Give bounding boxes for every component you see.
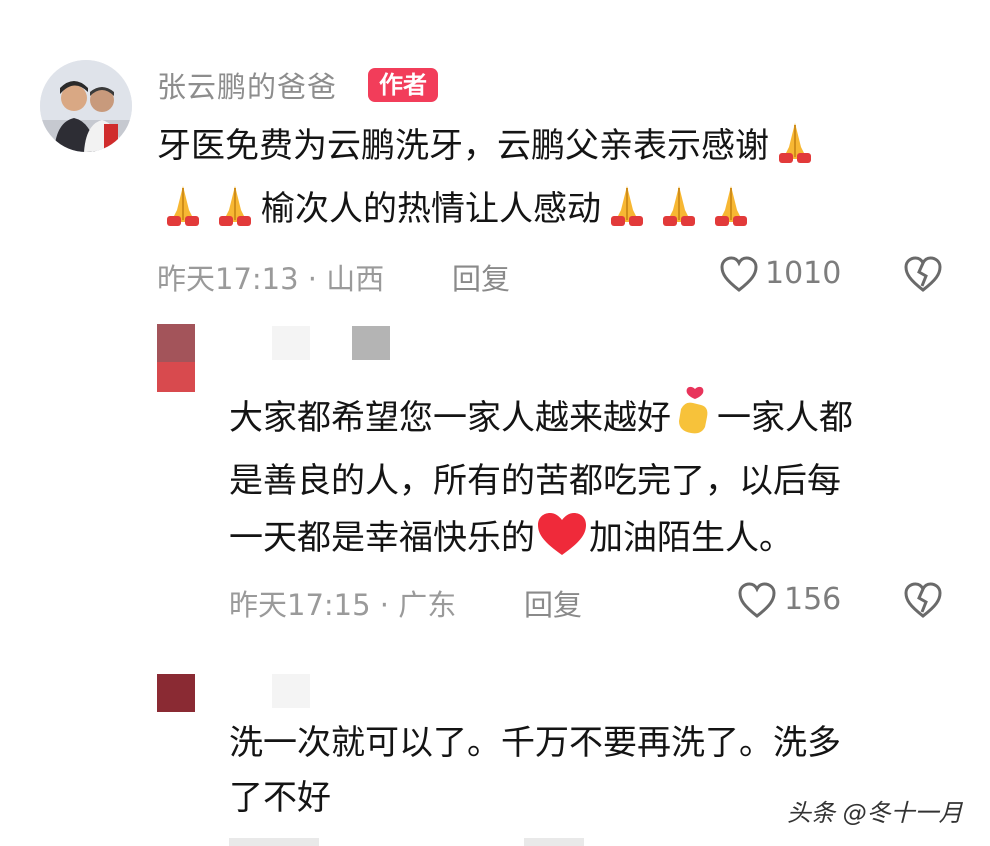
region: 山西 (326, 262, 385, 296)
comment-text: 榆次人的热情让人感动 (157, 178, 757, 248)
comment-text-line: 洗一次就可以了。千万不要再洗了。洗多 (229, 723, 841, 763)
like-count: 1010 (765, 256, 842, 291)
folded-hands-emoji (653, 180, 705, 248)
folded-hands-emoji (209, 180, 261, 248)
reply-button[interactable]: 回复 (524, 582, 582, 624)
comment-text-line: 是善良的人，所有的苦都吃完了，以后每 (229, 461, 841, 501)
separator: · (307, 262, 318, 296)
folded-hands-emoji (601, 180, 653, 248)
author-badge: 作者 (368, 68, 438, 102)
separator: · (379, 588, 390, 622)
comment-text: 一天都是幸福快乐的 加油陌生人。 (229, 507, 793, 577)
heart-outline-icon[interactable] (718, 254, 760, 296)
folded-hands-emoji (157, 180, 209, 248)
comment-text: 牙医免费为云鹏洗牙，云鹏父亲表示感谢 (157, 115, 821, 185)
like-count: 156 (784, 582, 842, 617)
time: 昨天17:15 (229, 588, 371, 622)
heart-outline-icon[interactable] (736, 580, 778, 622)
comment-text-line: 了不好 (229, 778, 331, 818)
broken-heart-outline-icon[interactable] (902, 580, 944, 622)
broken-heart-outline-icon[interactable] (902, 254, 944, 296)
avatar[interactable] (157, 324, 195, 362)
avatar[interactable] (40, 60, 132, 152)
cutoff-meta (229, 838, 319, 846)
folded-hands-emoji (769, 117, 821, 185)
folded-hands-emoji (705, 180, 757, 248)
username-redacted (272, 674, 310, 708)
comment-username[interactable]: 张云鹏的爸爸 (157, 64, 337, 106)
comment-text-line: 一天都是幸福快乐的 (229, 518, 535, 558)
time: 昨天17:13 (157, 262, 299, 296)
comment-text-line: 榆次人的热情让人感动 (261, 189, 601, 229)
comment-text-line: 大家都希望您一家人越来越好 (229, 398, 671, 438)
comment-timestamp: 昨天17:15 · 广东 (229, 582, 456, 624)
cutoff-reply (524, 838, 584, 846)
region: 广东 (398, 588, 457, 622)
avatar-fragment (157, 362, 195, 392)
comment-text: 大家都希望您一家人越来越好 一家人都 (229, 385, 853, 457)
comment-timestamp: 昨天17:13 · 山西 (157, 256, 384, 298)
comment-text-line: 一家人都 (717, 398, 853, 438)
comment-text-line: 牙医免费为云鹏洗牙，云鹏父亲表示感谢 (157, 126, 769, 166)
reply-button[interactable]: 回复 (452, 256, 510, 298)
username-redacted (352, 326, 390, 360)
avatar[interactable] (157, 674, 195, 712)
red-heart-emoji (535, 511, 589, 577)
finger-heart-emoji (671, 385, 717, 457)
username-redacted (272, 326, 310, 360)
comment-text-line: 加油陌生人。 (589, 518, 793, 558)
watermark: 头条 @冬十一月 (787, 799, 963, 827)
